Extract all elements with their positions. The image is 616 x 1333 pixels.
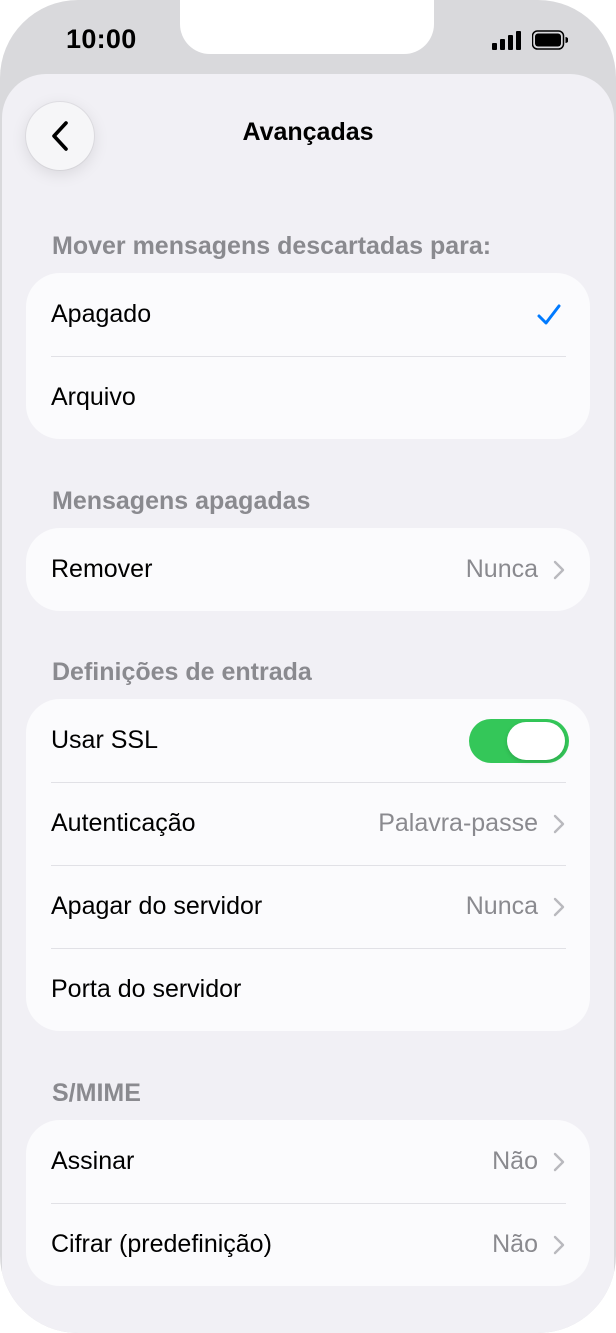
card-smime: Assinar Não Cifrar (predefinição) Não (26, 1120, 590, 1286)
row-apagar-servidor[interactable]: Apagar do servidor Nunca (26, 865, 590, 948)
row-cifrar[interactable]: Cifrar (predefinição) Não (26, 1203, 590, 1286)
row-value: Nunca (465, 892, 538, 920)
row-label: Apagar do servidor (51, 892, 263, 920)
row-value: Não (492, 1230, 538, 1258)
row-label: Porta do servidor (51, 975, 242, 1003)
row-value: Nunca (465, 555, 538, 583)
option-row-arquivo[interactable]: Arquivo (26, 356, 590, 439)
row-value: Palavra-passe (378, 809, 538, 837)
section-header-smime: S/MIME (52, 1079, 141, 1107)
cellular-signal-icon (492, 30, 521, 50)
section-header-incoming: Definições de entrada (52, 658, 312, 686)
card-discarded-destination: Apagado Arquivo (26, 273, 590, 439)
ssl-toggle[interactable] (469, 718, 569, 763)
row-autenticacao[interactable]: Autenticação Palavra-passe (26, 782, 590, 865)
row-label: Assinar (51, 1147, 135, 1175)
row-label: Autenticação (51, 809, 196, 837)
row-label: Usar SSL (51, 726, 158, 754)
row-label: Apagado (51, 300, 152, 328)
row-label: Remover (51, 555, 153, 583)
option-row-apagado[interactable]: Apagado (26, 273, 590, 356)
chevron-right-icon (553, 1235, 565, 1254)
chevron-right-icon (553, 897, 565, 916)
battery-icon (532, 30, 568, 50)
row-label: Arquivo (51, 383, 136, 411)
row-value: Não (492, 1147, 538, 1175)
row-porta-servidor[interactable]: Porta do servidor (26, 948, 590, 1031)
row-label: Cifrar (predefinição) (51, 1230, 272, 1258)
row-remover[interactable]: Remover Nunca (26, 528, 590, 611)
page-title: Avançadas (242, 118, 374, 146)
toggle-knob (507, 721, 565, 760)
chevron-right-icon (553, 560, 565, 579)
status-time: 10:00 (66, 24, 137, 54)
section-header-deleted: Mensagens apagadas (52, 487, 311, 515)
card-deleted-messages: Remover Nunca (26, 528, 590, 611)
row-assinar[interactable]: Assinar Não (26, 1120, 590, 1203)
checkmark-icon (537, 304, 561, 324)
section-header-discarded: Mover mensagens descartadas para: (52, 232, 492, 260)
dynamic-island-notch (180, 0, 434, 54)
card-incoming-settings: Usar SSL Autenticação Palavra-passe Apag… (26, 699, 590, 1031)
chevron-right-icon (553, 1152, 565, 1171)
chevron-right-icon (553, 814, 565, 833)
row-usar-ssl: Usar SSL (26, 699, 590, 782)
